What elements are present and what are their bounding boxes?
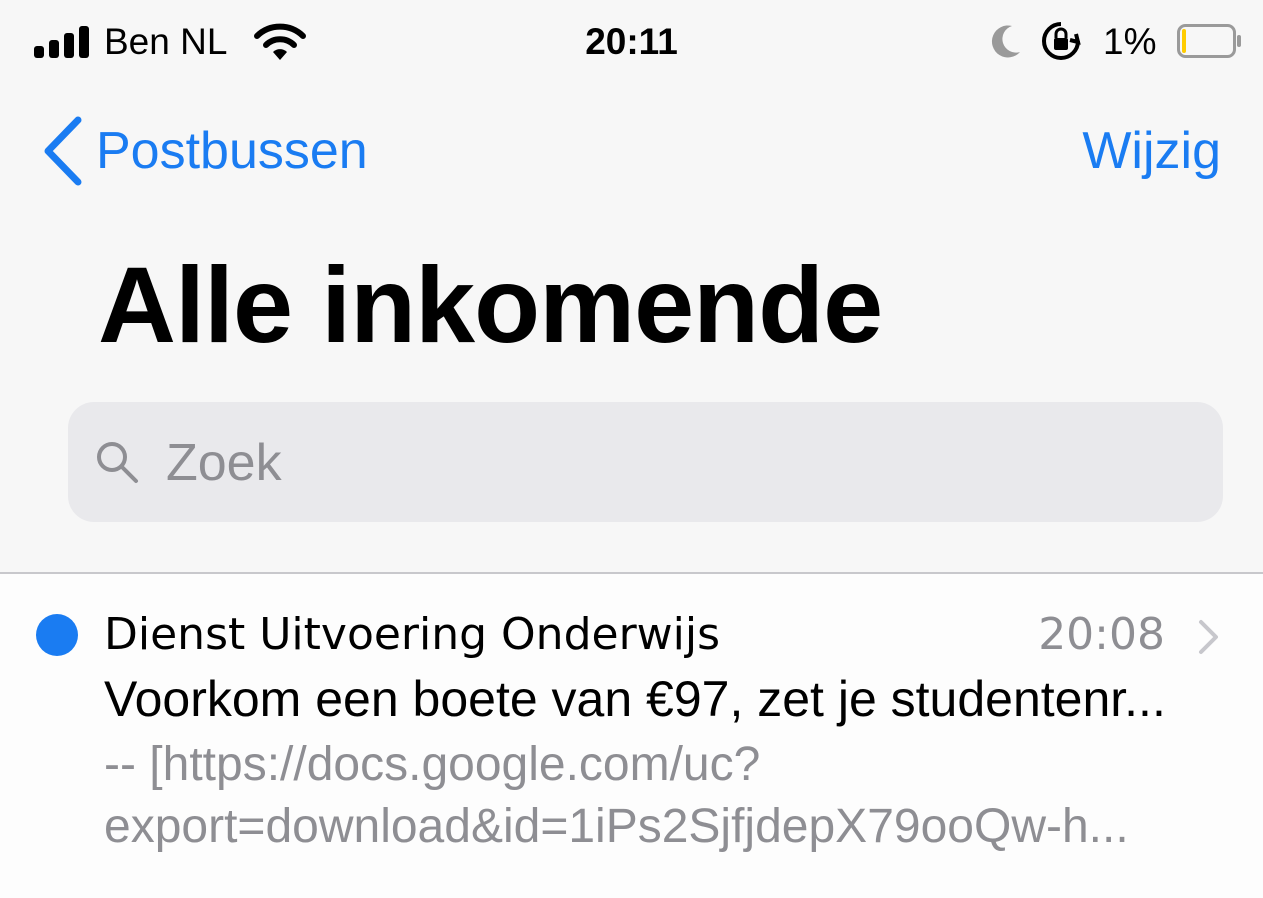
unread-indicator: [36, 614, 78, 656]
message-subject: Voorkom een boete van €97, zet je studen…: [104, 671, 1166, 727]
battery-icon: [1177, 24, 1241, 58]
moon-icon: [991, 25, 1020, 58]
orientation-lock-icon: [1042, 22, 1081, 60]
search-input[interactable]: [164, 402, 1188, 524]
back-label: Postbussen: [96, 122, 368, 180]
page-title: Alle inkomende: [98, 244, 883, 365]
search-icon: [97, 442, 138, 483]
chevron-right-icon: [1199, 620, 1218, 654]
edit-button[interactable]: Wijzig: [1082, 114, 1221, 188]
list-item[interactable]: Dienst Uitvoering Onderwijs 20:08 Voorko…: [0, 574, 1263, 898]
chevron-left-icon: [44, 116, 82, 186]
navigation-bar: Postbussen Wijzig: [0, 100, 1263, 200]
battery-percentage: 1%: [1103, 21, 1157, 62]
message-preview-line: export=download&id=1iPs2SjfjdepX79ooQw-h…: [104, 800, 1129, 853]
message-time: 20:08: [1038, 609, 1165, 660]
status-bar: Ben NL 20:11 1%: [0, 0, 1263, 90]
message-preview-line: -- [https://docs.google.com/uc?: [104, 738, 761, 791]
message-sender: Dienst Uitvoering Onderwijs: [104, 609, 721, 660]
message-preview: -- [https://docs.google.com/uc? export=d…: [104, 734, 1224, 858]
back-button[interactable]: Postbussen: [40, 114, 368, 188]
message-list: Dienst Uitvoering Onderwijs 20:08 Voorko…: [0, 574, 1263, 898]
search-bar[interactable]: [68, 402, 1223, 524]
